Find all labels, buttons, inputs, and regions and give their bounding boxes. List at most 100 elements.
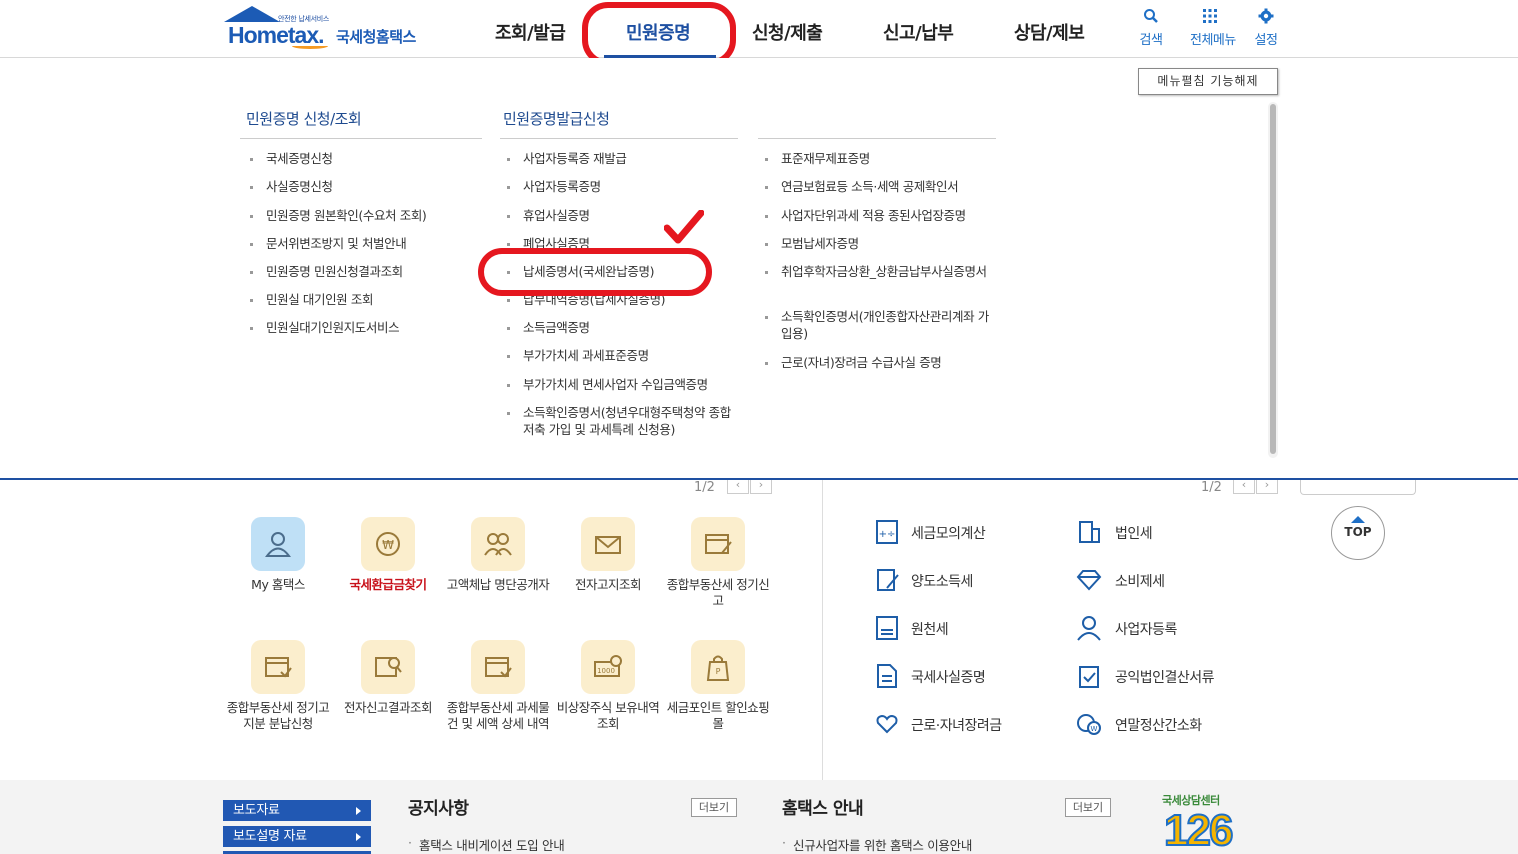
menu-item-biz-reg-cert[interactable]: 사업자등록증명 [507,178,753,195]
people-icon[interactable] [471,517,525,571]
tax-item-year-end[interactable]: 연말정산간소화 [1115,715,1202,735]
svg-text:W: W [1091,725,1098,733]
quick-label-delinquent-list[interactable]: 고액체납 명단공개자 [443,577,553,593]
quick-menu-section: 1/2 ‹ › My 홈택스 ₩ 국세환급금찾기 고액체납 명단공개자 전자고지… [0,476,822,780]
tax-item-eitc[interactable]: 근로·자녀장려금 [911,715,1002,735]
tax-item-corporate[interactable]: 법인세 [1115,523,1153,543]
menu-item-waiting-map[interactable]: 민원실대기인원지도서비스 [250,319,496,336]
all-menu-label: 전체메뉴 [1190,33,1236,48]
menu-item-vat-exempt-cert[interactable]: 부가가치세 면세사업자 수입금액증명 [507,376,753,393]
heart-hand-icon[interactable] [873,710,901,738]
tax-item-fact-cert[interactable]: 국세사실증명 [911,667,986,687]
quick-label-my-hometax[interactable]: My 홈택스 [223,577,333,593]
menu-col1-divider [240,138,482,139]
press-explanation-button[interactable]: 보도설명 자료 [223,826,371,847]
settings-label: 설정 [1254,33,1278,48]
doc-edit-icon[interactable] [873,566,901,594]
person-icon[interactable] [251,517,305,571]
svg-text:P: P [716,667,721,676]
menu-item-income-cert[interactable]: 소득금액증명 [507,319,753,336]
svg-text:₩: ₩ [382,538,394,552]
settings-button[interactable]: 설정 [1246,8,1286,48]
quick-label-tax-point-mall[interactable]: 세금포인트 할인쇼핑몰 [663,700,773,732]
tax-item-capital-gains[interactable]: 양도소득세 [911,571,973,591]
menu-scrollbar-thumb[interactable] [1270,104,1276,454]
quick-label-installment[interactable]: 종합부동산세 정기고지분 분납신청 [223,700,333,732]
search-button[interactable]: 검색 [1131,8,1171,48]
menu-item-original-verify[interactable]: 민원증명 원본확인(수요처 조회) [250,207,496,224]
diamond-icon[interactable] [1075,566,1103,594]
search-doc-icon[interactable] [361,640,415,694]
partial-hidden-button[interactable] [1300,480,1416,495]
top-button[interactable]: TOP [1331,506,1385,560]
tax-item-public-corp[interactable]: 공익법인결산서류 [1115,667,1215,687]
guide-more-button[interactable]: 더보기 [1065,798,1111,817]
nav-apply-submit[interactable]: 신청/제출 [752,19,823,45]
menu-item-tax-cert-apply[interactable]: 국세증명신청 [250,150,496,167]
svg-text:1000: 1000 [597,667,615,675]
menu-item-isa-income-cert[interactable]: 소득확인증명서(개인종합자산관리계좌 가입용) [765,308,995,342]
menu-item-subunit-cert[interactable]: 사업자단위과세 적용 종된사업장증명 [765,207,1011,224]
tax-category-section: 1/2 ‹ › +÷ 세금모의계산 법인세 양도소득세 소비제세 원천세 사업자… [822,476,1518,780]
user-icon[interactable] [1075,614,1103,642]
notice-title: 공지사항 [408,799,469,819]
menu-item-forgery-guide[interactable]: 문서위변조방지 및 처벌안내 [250,235,496,252]
menu-item-youth-income-cert[interactable]: 소득확인증명서(청년우대형주택청약 종합저축 가입 및 과세특례 신청용) [507,404,733,438]
quick-label-e-filing-result[interactable]: 전자신고결과조회 [333,700,443,716]
menu-item-student-loan-cert[interactable]: 취업후학자금상환_상환금납부사실증명서 [765,263,995,280]
refund-icon[interactable]: ₩ [361,517,415,571]
press-release-button[interactable]: 보도자료 [223,800,371,821]
menu-item-eitc-cert[interactable]: 근로(자녀)장려금 수급사실 증명 [765,354,1011,371]
quick-label-refund[interactable]: 국세환급금찾기 [333,577,443,593]
shopping-bag-icon[interactable]: P [691,640,745,694]
guide-title: 홈택스 안내 [782,799,864,819]
clipboard-icon[interactable] [1075,662,1103,690]
menu-item-suspension-cert[interactable]: 휴업사실증명 [507,207,753,224]
building-icon[interactable] [1075,518,1103,546]
nav-consult-report[interactable]: 상담/제보 [1014,19,1085,45]
stock-icon[interactable]: 1000 [581,640,635,694]
top-header: 안전한 납세서비스 Hometax. 국세청홈택스 조회/발급 민원증명 신청/… [0,0,1518,66]
calendar-check-icon[interactable] [471,640,525,694]
hometax-logo[interactable]: 안전한 납세서비스 Hometax. 국세청홈택스 [222,6,442,50]
calculator-icon[interactable]: +÷ [873,518,901,546]
arrow-up-icon [1351,516,1365,523]
calendar-edit-icon[interactable] [691,517,745,571]
tax-item-simulation[interactable]: 세금모의계산 [911,523,986,543]
menu-item-biz-reg-reissue[interactable]: 사업자등록증 재발급 [507,150,753,167]
menu-item-waiting-inquiry[interactable]: 민원실 대기인원 조회 [250,291,496,308]
notice-more-button[interactable]: 더보기 [691,798,737,817]
document-icon[interactable] [873,662,901,690]
menu-item-model-taxpayer-cert[interactable]: 모범납세자증명 [765,235,1011,252]
menu-item-pension-deduction[interactable]: 연금보험료등 소득·세액 공제확인서 [765,178,1011,195]
quick-menu-pager: 1/2 [694,480,715,495]
tax-item-biz-registration[interactable]: 사업자등록 [1115,619,1177,639]
quick-label-e-notice[interactable]: 전자고지조회 [553,577,663,593]
menu-item-fact-cert-apply[interactable]: 사실증명신청 [250,178,496,195]
nav-inquiry-issue[interactable]: 조회/발급 [495,19,566,45]
calendar-check-icon[interactable] [251,640,305,694]
quick-label-property-detail[interactable]: 종합부동산세 과세물건 및 세액 상세 내역 [443,700,553,732]
svg-text:+÷: +÷ [879,529,896,540]
tax-item-consumption[interactable]: 소비제세 [1115,571,1165,591]
quick-label-property-tax-filing[interactable]: 종합부동산세 정기신고 [663,577,773,609]
receipt-icon[interactable] [873,614,901,642]
all-menu-button[interactable]: 전체메뉴 [1190,8,1236,48]
notice-item[interactable]: 홈택스 내비게이션 도입 안내 [408,835,565,854]
menu-unfix-button[interactable]: 메뉴펼침 기능해제 [1138,68,1278,95]
tax-item-withholding[interactable]: 원천세 [911,619,949,639]
menu-item-result-inquiry[interactable]: 민원증명 민원신청결과조회 [250,263,496,280]
coin-search-icon[interactable]: W [1075,710,1103,738]
consult-center-number: 126 [1163,805,1234,854]
nav-report-pay[interactable]: 신고/납부 [883,19,954,45]
menu-col1-title[interactable]: 민원증명 신청/조회 [246,108,362,129]
guide-item[interactable]: 신규사업자를 위한 홈택스 이용안내 [782,835,972,854]
menu-col3-divider [758,138,996,139]
menu-item-vat-base-cert[interactable]: 부가가치세 과세표준증명 [507,347,753,364]
mail-icon[interactable] [581,517,635,571]
menu-col2-title[interactable]: 민원증명발급신청 [503,108,610,129]
consult-center-logo[interactable]: 국세상담센터 126 [1160,792,1280,854]
menu-item-financial-statement-cert[interactable]: 표준재무제표증명 [765,150,1011,167]
logo-roof-icon [224,6,280,22]
quick-label-unlisted-stock[interactable]: 비상장주식 보유내역 조회 [553,700,663,732]
